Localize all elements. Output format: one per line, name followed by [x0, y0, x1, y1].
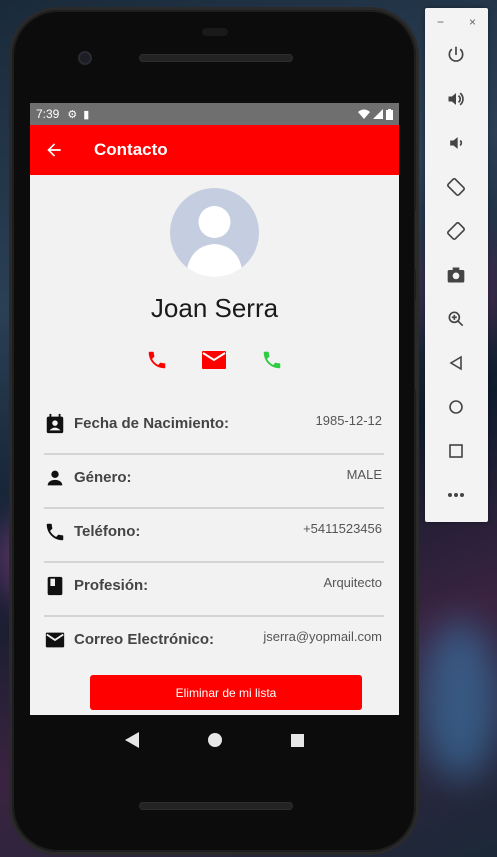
calendar-icon — [46, 413, 64, 434]
top-speaker — [139, 54, 293, 62]
back-triangle-icon[interactable] — [443, 350, 469, 376]
front-camera — [78, 51, 92, 65]
page-title: Contacto — [94, 140, 168, 159]
android-nav-bar — [30, 715, 399, 765]
detail-label: Teléfono: — [74, 523, 141, 540]
minimize-button[interactable]: − — [437, 15, 444, 29]
app-bar: Contacto — [30, 125, 399, 175]
detail-row-profession: Profesión: Arquitecto — [44, 563, 384, 617]
home-circle-icon[interactable] — [443, 394, 469, 420]
volume-down-icon[interactable] — [443, 130, 469, 156]
rotate-right-icon[interactable] — [443, 218, 469, 244]
avatar — [170, 188, 259, 277]
close-button[interactable]: × — [469, 15, 476, 29]
battery-icon — [386, 108, 393, 120]
detail-value: jserra@yopmail.com — [263, 629, 382, 644]
volume-up-icon[interactable] — [443, 86, 469, 112]
phone-green-icon — [263, 351, 281, 369]
volume-side-button — [415, 300, 419, 390]
bottom-speaker — [139, 802, 293, 810]
detail-label: Correo Electrónico: — [74, 631, 215, 648]
detail-label: Género: — [74, 469, 132, 486]
nav-recents-icon[interactable] — [291, 733, 305, 747]
detail-value: +5411523456 — [303, 521, 382, 536]
detail-row-phone: Teléfono: +5411523456 — [44, 509, 384, 563]
back-arrow-icon[interactable] — [44, 140, 64, 160]
camera-icon[interactable] — [443, 262, 469, 288]
sd-card-icon: ▮ — [83, 108, 90, 121]
phone-red-icon — [148, 351, 166, 369]
phone-icon — [46, 523, 64, 541]
person-silhouette-icon — [186, 206, 243, 277]
detail-value: Arquitecto — [323, 575, 382, 590]
mail-red-icon — [202, 351, 226, 369]
device-notch — [202, 28, 228, 36]
device-frame: 7:39 ⚙ ▮ Contacto Joan Serra Fecha de Na… — [12, 10, 419, 852]
detail-label: Fecha de Nacimiento: — [74, 415, 230, 432]
email-button[interactable] — [201, 347, 227, 373]
delete-from-list-button[interactable]: Eliminar de mi lista — [90, 675, 362, 710]
status-bar: 7:39 ⚙ ▮ — [30, 103, 399, 125]
zoom-icon[interactable] — [443, 306, 469, 332]
detail-row-birthdate: Fecha de Nacimiento: 1985-12-12 — [44, 401, 384, 455]
power-side-button — [415, 210, 419, 270]
contact-name: Joan Serra — [150, 293, 279, 323]
detail-row-gender: Género: MALE — [44, 455, 384, 509]
signal-icon — [373, 109, 383, 119]
phone-screen: 7:39 ⚙ ▮ Contacto Joan Serra Fecha de Na… — [30, 103, 399, 715]
settings-status-icon: ⚙ — [67, 108, 78, 121]
detail-row-email: Correo Electrónico: jserra@yopmail.com — [44, 617, 384, 671]
whatsapp-call-button[interactable] — [259, 347, 285, 373]
detail-value: 1985-12-12 — [315, 413, 383, 428]
call-button[interactable] — [144, 347, 170, 373]
detail-value: MALE — [346, 467, 382, 482]
rotate-left-icon[interactable] — [443, 174, 469, 200]
person-icon — [47, 470, 63, 486]
nav-home-icon[interactable] — [207, 733, 222, 747]
detail-label: Profesión: — [74, 577, 149, 594]
emulator-toolbar: − × — [425, 8, 488, 522]
status-time: 7:39 — [36, 107, 60, 121]
overview-square-icon[interactable] — [443, 438, 469, 464]
mail-icon — [45, 632, 65, 648]
book-icon — [47, 576, 63, 596]
nav-back-icon[interactable] — [124, 732, 139, 748]
more-options-icon[interactable] — [443, 482, 469, 508]
wifi-icon — [358, 109, 370, 119]
power-icon[interactable] — [443, 42, 469, 68]
